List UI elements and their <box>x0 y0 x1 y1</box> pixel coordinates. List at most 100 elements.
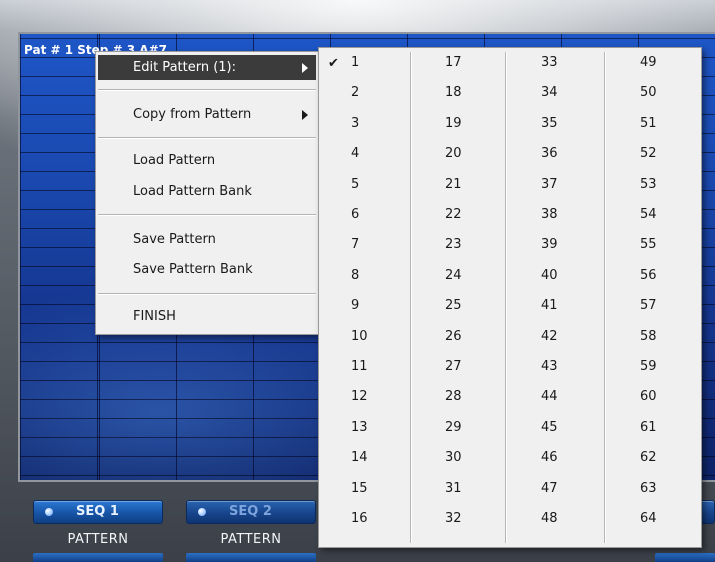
seq-2-label: SEQ 2 <box>229 504 272 519</box>
menu-item-label: Load Pattern <box>133 153 216 168</box>
pattern-number-item[interactable]: 41 <box>541 293 558 319</box>
pattern-number-item[interactable]: 56 <box>640 263 657 289</box>
led-icon <box>45 508 53 516</box>
pattern-number-item[interactable]: 22 <box>445 202 462 228</box>
column-separator <box>604 52 606 543</box>
menu-item-save-pattern[interactable]: Save Pattern <box>98 227 316 252</box>
pattern-number-item[interactable]: 34 <box>541 80 558 106</box>
seq-1-button[interactable]: SEQ 1 <box>33 500 163 524</box>
seq-next-strip[interactable] <box>655 553 715 562</box>
pattern-number-item[interactable]: 42 <box>541 324 558 350</box>
pattern-number-item[interactable]: 5 <box>351 172 359 198</box>
pattern-number-item[interactable]: 26 <box>445 324 462 350</box>
pattern-number-item[interactable]: 55 <box>640 232 657 258</box>
pattern-number-item[interactable]: 15 <box>351 476 368 502</box>
menu-item-label: Load Pattern Bank <box>133 184 252 199</box>
pattern-number-item[interactable]: 23 <box>445 232 462 258</box>
pattern-number-item[interactable]: 19 <box>445 111 462 137</box>
pattern-number-item[interactable]: 2 <box>351 80 359 106</box>
pattern-number-item[interactable]: 29 <box>445 415 462 441</box>
seq-1-label: SEQ 1 <box>76 504 119 519</box>
seq-2-strip[interactable] <box>186 553 316 562</box>
pattern-number-item[interactable]: 17 <box>445 50 462 76</box>
pattern-number-item[interactable]: 4 <box>351 141 359 167</box>
menu-item-label: Edit Pattern (1): <box>133 60 237 75</box>
pattern-number-item[interactable]: 25 <box>445 293 462 319</box>
pattern-number-item[interactable]: 49 <box>640 50 657 76</box>
seq-1-caption: PATTERN <box>67 532 129 547</box>
pattern-number-item[interactable]: 51 <box>640 111 657 137</box>
pattern-number-item[interactable]: 39 <box>541 232 558 258</box>
pattern-number-item[interactable]: 1 <box>351 50 359 76</box>
pattern-number-item[interactable]: 47 <box>541 476 558 502</box>
menu-item-edit-pattern[interactable]: Edit Pattern (1): <box>98 55 316 80</box>
pattern-number-item[interactable]: 31 <box>445 476 462 502</box>
pattern-number-item[interactable]: 46 <box>541 445 558 471</box>
menu-item-copy-from-pattern[interactable]: Copy from Pattern <box>98 102 316 127</box>
pattern-number-item[interactable]: 52 <box>640 141 657 167</box>
pattern-number-item[interactable]: 12 <box>351 384 368 410</box>
pattern-number-item[interactable]: 63 <box>640 476 657 502</box>
pattern-number-item[interactable]: 64 <box>640 506 657 532</box>
pattern-number-item[interactable]: 43 <box>541 354 558 380</box>
menu-item-label: FINISH <box>133 309 176 324</box>
seq-1-strip[interactable] <box>33 553 163 562</box>
pattern-number-item[interactable]: 59 <box>640 354 657 380</box>
pattern-number-item[interactable]: 53 <box>640 172 657 198</box>
pattern-number-item[interactable]: 21 <box>445 172 462 198</box>
pattern-number-item[interactable]: 9 <box>351 293 359 319</box>
menu-separator <box>98 293 316 295</box>
pattern-number-item[interactable]: 16 <box>351 506 368 532</box>
menu-separator <box>98 89 316 91</box>
pattern-number-item[interactable]: 58 <box>640 324 657 350</box>
led-icon <box>198 508 206 516</box>
pattern-number-item[interactable]: 32 <box>445 506 462 532</box>
menu-item-label: Save Pattern Bank <box>133 262 253 277</box>
pattern-number-item[interactable]: 24 <box>445 263 462 289</box>
seq-2-caption: PATTERN <box>220 532 282 547</box>
pattern-number-item[interactable]: 20 <box>445 141 462 167</box>
pattern-number-item[interactable]: 6 <box>351 202 359 228</box>
pattern-number-item[interactable]: 36 <box>541 141 558 167</box>
pattern-number-item[interactable]: 14 <box>351 445 368 471</box>
pattern-number-item[interactable]: 54 <box>640 202 657 228</box>
context-menu: Edit Pattern (1): Copy from Pattern Load… <box>95 51 319 335</box>
submenu-arrow-icon <box>302 63 308 73</box>
menu-item-label: Copy from Pattern <box>133 107 252 122</box>
pattern-number-item[interactable]: 7 <box>351 232 359 258</box>
pattern-number-item[interactable]: 50 <box>640 80 657 106</box>
submenu-arrow-icon <box>302 110 308 120</box>
pattern-number-item[interactable]: 13 <box>351 415 368 441</box>
pattern-number-item[interactable]: 18 <box>445 80 462 106</box>
menu-item-load-pattern[interactable]: Load Pattern <box>98 148 316 173</box>
pattern-number-item[interactable]: 11 <box>351 354 368 380</box>
menu-item-save-pattern-bank[interactable]: Save Pattern Bank <box>98 257 316 282</box>
pattern-number-item[interactable]: 3 <box>351 111 359 137</box>
pattern-number-item[interactable]: 40 <box>541 263 558 289</box>
menu-item-label: Save Pattern <box>133 232 216 247</box>
pattern-number-item[interactable]: 57 <box>640 293 657 319</box>
menu-item-load-pattern-bank[interactable]: Load Pattern Bank <box>98 179 316 204</box>
pattern-number-item[interactable]: 30 <box>445 445 462 471</box>
seq-2-button[interactable]: SEQ 2 <box>186 500 316 524</box>
column-separator <box>505 52 507 543</box>
column-separator <box>410 52 412 543</box>
pattern-number-item[interactable]: 37 <box>541 172 558 198</box>
pattern-number-item[interactable]: 8 <box>351 263 359 289</box>
pattern-number-item[interactable]: 61 <box>640 415 657 441</box>
pattern-number-item[interactable]: 44 <box>541 384 558 410</box>
pattern-number-item[interactable]: 60 <box>640 384 657 410</box>
pattern-number-item[interactable]: 33 <box>541 50 558 76</box>
pattern-number-item[interactable]: 38 <box>541 202 558 228</box>
pattern-number-item[interactable]: 10 <box>351 324 368 350</box>
pattern-number-item[interactable]: 28 <box>445 384 462 410</box>
pattern-number-item[interactable]: 27 <box>445 354 462 380</box>
menu-item-finish[interactable]: FINISH <box>98 304 316 329</box>
pattern-number-submenu: ✔ 1 2 3 4 5 6 7 8 9 10 11 12 13 14 15 16 17 18 19 20 21 22 23 2… <box>318 47 702 548</box>
pattern-number-item[interactable]: 48 <box>541 506 558 532</box>
pattern-number-item[interactable]: 45 <box>541 415 558 441</box>
menu-separator <box>98 214 316 216</box>
pattern-number-item[interactable]: 35 <box>541 111 558 137</box>
menu-separator <box>98 137 316 139</box>
pattern-number-item[interactable]: 62 <box>640 445 657 471</box>
